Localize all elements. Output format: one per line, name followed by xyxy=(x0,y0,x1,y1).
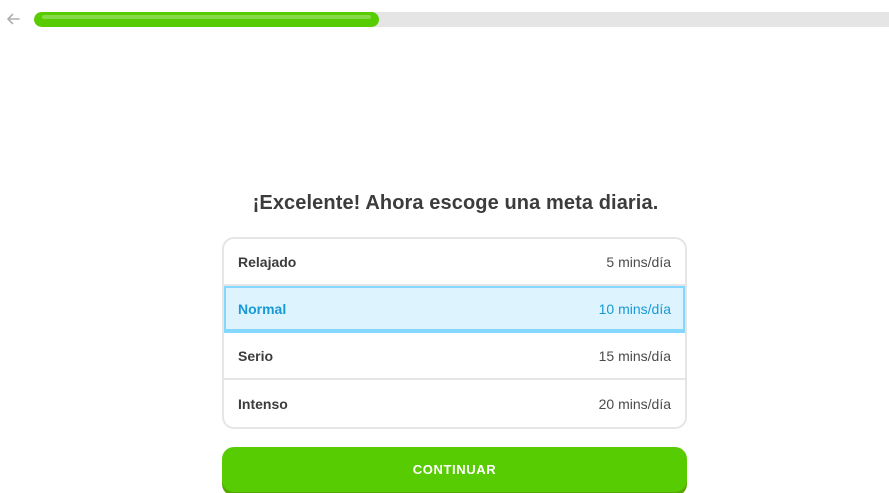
page-title: ¡Excelente! Ahora escoge una meta diaria… xyxy=(252,192,659,214)
goal-option-normal[interactable]: Normal 10 mins/día xyxy=(224,286,685,333)
goal-option-serio[interactable]: Serio 15 mins/día xyxy=(224,333,685,380)
goal-options-list: Relajado 5 mins/día Normal 10 mins/día S… xyxy=(222,237,687,429)
goal-option-intenso[interactable]: Intenso 20 mins/día xyxy=(224,380,685,427)
continue-button[interactable]: CONTINUAR xyxy=(222,447,687,492)
goal-option-name: Relajado xyxy=(238,253,297,270)
goal-option-minutes: 5 mins/día xyxy=(606,253,671,270)
progress-shine xyxy=(42,15,371,19)
goal-option-minutes: 20 mins/día xyxy=(598,395,671,412)
progress-fill xyxy=(34,12,379,27)
goal-option-name: Normal xyxy=(238,300,287,317)
page: ¡Excelente! Ahora escoge una meta diaria… xyxy=(0,0,889,493)
back-button[interactable] xyxy=(4,8,22,30)
goal-option-minutes: 10 mins/día xyxy=(598,300,671,317)
goal-option-name: Intenso xyxy=(238,395,288,412)
arrow-left-icon xyxy=(6,12,20,26)
goal-option-name: Serio xyxy=(238,347,274,364)
goal-option-relajado[interactable]: Relajado 5 mins/día xyxy=(224,239,685,286)
progress-bar xyxy=(34,12,889,27)
goal-option-minutes: 15 mins/día xyxy=(598,347,671,364)
